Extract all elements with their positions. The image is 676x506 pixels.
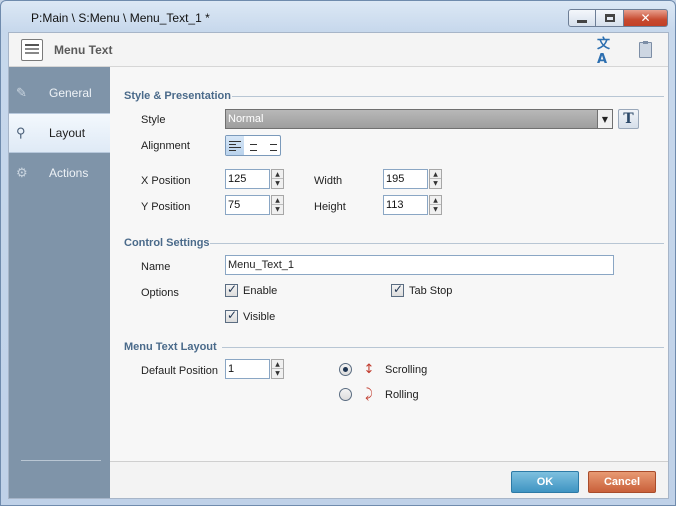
roll-arrow-icon: ⤸ <box>365 387 373 402</box>
layout-panel: Style & Presentation Style Normal ▼ T Al… <box>110 67 668 461</box>
font-style-button[interactable]: T <box>618 109 639 129</box>
height-label: Height <box>314 201 346 213</box>
section-title-control: Control Settings <box>124 237 210 249</box>
style-select[interactable]: Normal ▼ <box>225 109 613 129</box>
dialog-client-area: Menu Text 文A ✎ General ⚲ Layout ⚙ Action… <box>8 32 669 499</box>
width-label: Width <box>314 175 343 187</box>
sidebar-item-label: General <box>49 86 92 100</box>
alignment-group <box>225 135 281 156</box>
dialog-footer: OK Cancel <box>110 461 668 498</box>
align-right-button[interactable] <box>262 136 280 155</box>
scrolling-radio[interactable]: ↕ Scrolling <box>339 362 427 377</box>
tab-stop-label: Tab Stop <box>409 284 453 297</box>
pencil-icon: ✎ <box>16 85 27 100</box>
style-select-value: Normal <box>228 113 264 125</box>
title-bar[interactable]: P:Main \ S:Menu \ Menu_Text_1 * ✕ <box>1 1 675 33</box>
height-stepper: 113 ▲ ▼ <box>383 195 443 215</box>
align-center-button[interactable] <box>244 136 262 155</box>
window-title: P:Main \ S:Menu \ Menu_Text_1 * <box>31 11 210 25</box>
sidebar-item-general[interactable]: ✎ General <box>9 73 110 113</box>
scrolling-label: Scrolling <box>385 363 428 376</box>
y-position-spinner[interactable]: ▲ ▼ <box>271 195 284 215</box>
rolling-radio[interactable]: ⤸ Rolling <box>339 387 419 402</box>
style-label: Style <box>141 114 166 126</box>
default-position-input[interactable]: 1 <box>225 359 270 379</box>
x-position-input[interactable]: 125 <box>225 169 270 189</box>
enable-label: Enable <box>243 284 278 297</box>
sidebar-item-label: Layout <box>49 126 86 140</box>
width-spinner[interactable]: ▲ ▼ <box>429 169 442 189</box>
maximize-icon <box>604 14 615 22</box>
enable-checkbox[interactable]: Enable <box>225 282 278 297</box>
x-position-stepper: 125 ▲ ▼ <box>225 169 285 189</box>
section-divider <box>222 347 664 348</box>
close-button[interactable]: ✕ <box>624 9 668 27</box>
menu-text-icon <box>21 39 43 61</box>
align-left-button[interactable] <box>226 136 244 155</box>
x-position-label: X Position <box>141 175 191 187</box>
height-spinner[interactable]: ▲ ▼ <box>429 195 442 215</box>
sidebar-item-actions[interactable]: ⚙ Actions <box>9 153 110 193</box>
window-controls: ✕ <box>568 9 668 27</box>
section-divider <box>210 243 664 244</box>
dialog-header: Menu Text 文A <box>9 33 668 67</box>
checkbox-checked-icon <box>225 308 238 323</box>
magnifier-icon: ⚲ <box>16 125 26 140</box>
visible-checkbox[interactable]: Visible <box>225 308 276 323</box>
scroll-arrows-icon: ↕ <box>363 362 375 377</box>
default-position-spinner[interactable]: ▲ ▼ <box>271 359 284 379</box>
y-position-stepper: 75 ▲ ▼ <box>225 195 285 215</box>
radio-unselected-icon <box>339 388 352 401</box>
visible-label: Visible <box>243 310 276 323</box>
alignment-label: Alignment <box>141 140 190 152</box>
default-position-stepper: 1 ▲ ▼ <box>225 359 285 379</box>
x-position-spinner[interactable]: ▲ ▼ <box>271 169 284 189</box>
minimize-button[interactable] <box>568 9 596 27</box>
width-input[interactable]: 195 <box>383 169 428 189</box>
options-label: Options <box>141 287 179 299</box>
width-stepper: 195 ▲ ▼ <box>383 169 443 189</box>
height-input[interactable]: 113 <box>383 195 428 215</box>
name-label: Name <box>141 261 171 273</box>
maximize-button[interactable] <box>596 9 624 27</box>
section-title-style: Style & Presentation <box>124 90 231 102</box>
name-input[interactable]: Menu_Text_1 <box>225 255 614 275</box>
close-icon: ✕ <box>640 11 651 25</box>
sidebar-item-layout[interactable]: ⚲ Layout <box>9 113 110 153</box>
tab-stop-checkbox[interactable]: Tab Stop <box>391 282 453 297</box>
rolling-label: Rolling <box>385 388 419 401</box>
minimize-icon <box>577 19 587 23</box>
cancel-button[interactable]: Cancel <box>588 471 656 493</box>
dialog-window: P:Main \ S:Menu \ Menu_Text_1 * ✕ Menu T… <box>0 0 676 506</box>
sidebar-divider <box>21 460 101 461</box>
sidebar-item-label: Actions <box>49 166 89 180</box>
section-divider <box>232 96 664 97</box>
header-title: Menu Text <box>54 43 113 57</box>
translate-icon[interactable]: 文A <box>597 37 617 67</box>
checkbox-checked-icon <box>391 282 404 297</box>
default-position-label: Default Position <box>141 365 219 377</box>
sidebar: ✎ General ⚲ Layout ⚙ Actions <box>9 67 110 498</box>
y-position-input[interactable]: 75 <box>225 195 270 215</box>
clipboard-icon[interactable] <box>635 40 655 60</box>
ok-button[interactable]: OK <box>511 471 579 493</box>
checkbox-checked-icon <box>225 282 238 297</box>
section-title-menu-layout: Menu Text Layout <box>124 341 217 353</box>
chevron-down-icon[interactable]: ▼ <box>597 110 612 128</box>
y-position-label: Y Position <box>141 201 191 213</box>
actions-icon: ⚙ <box>16 165 28 180</box>
radio-selected-icon <box>339 363 352 376</box>
